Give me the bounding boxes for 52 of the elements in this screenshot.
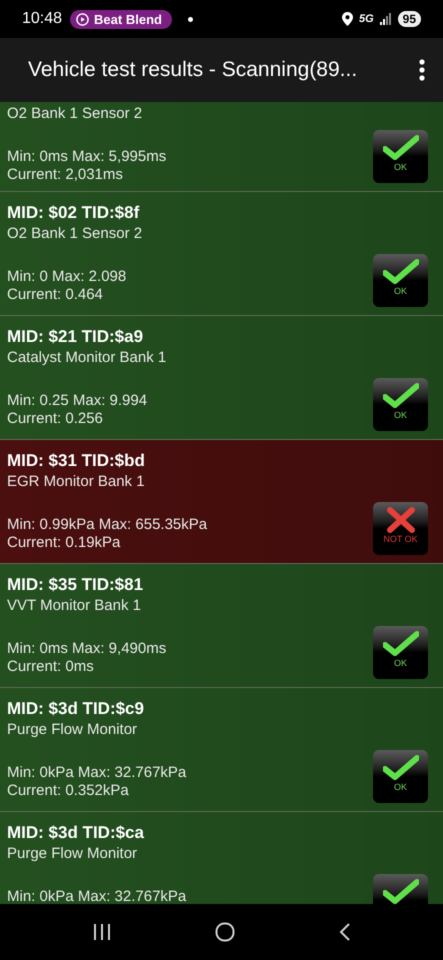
home-icon: [215, 922, 236, 942]
check-icon: [382, 135, 418, 161]
check-icon: [382, 259, 418, 285]
more-icon: [419, 59, 425, 81]
range-values: Min: 0kPa Max: 32.767kPa: [7, 764, 186, 782]
test-name: O2 Bank 1 Sensor 2: [7, 224, 142, 244]
current-value: Current: 0ms: [7, 658, 94, 676]
range-values: Min: 0.99kPa Max: 655.35kPa: [7, 516, 208, 534]
network-type: 5G: [358, 13, 374, 25]
range-values: Min: 0.25 Max: 9.994: [7, 392, 148, 410]
result-label: OK: [394, 286, 407, 296]
signal-icon: [380, 13, 392, 25]
result-label: OK: [394, 410, 407, 420]
check-icon: [382, 383, 418, 409]
recent-apps-icon: [92, 923, 112, 941]
test-name: O2 Bank 1 Sensor 2: [7, 104, 142, 124]
test-name: Purge Flow Monitor: [7, 844, 138, 864]
current-value: Current: 0.256: [7, 410, 103, 428]
current-value: Current: 2,031ms: [7, 166, 123, 184]
play-icon: [76, 12, 90, 26]
range-values: Min: 0kPa Max: 32.767kPa: [7, 888, 186, 904]
current-value: Current: 0.352kPa: [7, 782, 129, 800]
test-id: MID: $02 TID:$8f: [7, 202, 140, 224]
test-name: Purge Flow Monitor: [7, 720, 138, 740]
media-chip[interactable]: Beat Blend: [70, 10, 172, 28]
clock-time: 10:48: [22, 10, 62, 28]
current-value: Current: 0.464: [7, 286, 103, 304]
test-id: MID: $31 TID:$bd: [7, 450, 145, 472]
test-id: MID: $21 TID:$a9: [7, 326, 144, 348]
test-name: VVT Monitor Bank 1: [7, 596, 141, 616]
check-icon: [382, 755, 418, 781]
check-icon: [382, 631, 418, 657]
result-label: OK: [394, 782, 407, 792]
screen-title: Vehicle test results - Scanning(89...: [28, 58, 358, 82]
back-icon: [339, 922, 352, 942]
location-icon: [342, 12, 353, 26]
result-label: NOT OK: [383, 534, 418, 544]
test-id: MID: $3d TID:$c9: [7, 698, 144, 720]
test-name: EGR Monitor Bank 1: [7, 472, 145, 492]
range-values: Min: 0ms Max: 9,490ms: [7, 640, 166, 658]
range-values: Min: 0 Max: 2.098: [7, 268, 126, 286]
cross-icon: [386, 507, 414, 533]
test-name: Catalyst Monitor Bank 1: [7, 348, 166, 368]
battery-level: 95: [398, 11, 421, 27]
test-id: MID: $3d TID:$ca: [7, 822, 144, 844]
result-label: OK: [394, 162, 407, 172]
result-label: OK: [394, 658, 407, 668]
range-values: Min: 0ms Max: 5,995ms: [7, 148, 166, 166]
notification-dot: [188, 16, 193, 22]
test-id: MID: $35 TID:$81: [7, 574, 144, 596]
current-value: Current: 0.19kPa: [7, 534, 120, 552]
check-icon: [382, 879, 418, 904]
